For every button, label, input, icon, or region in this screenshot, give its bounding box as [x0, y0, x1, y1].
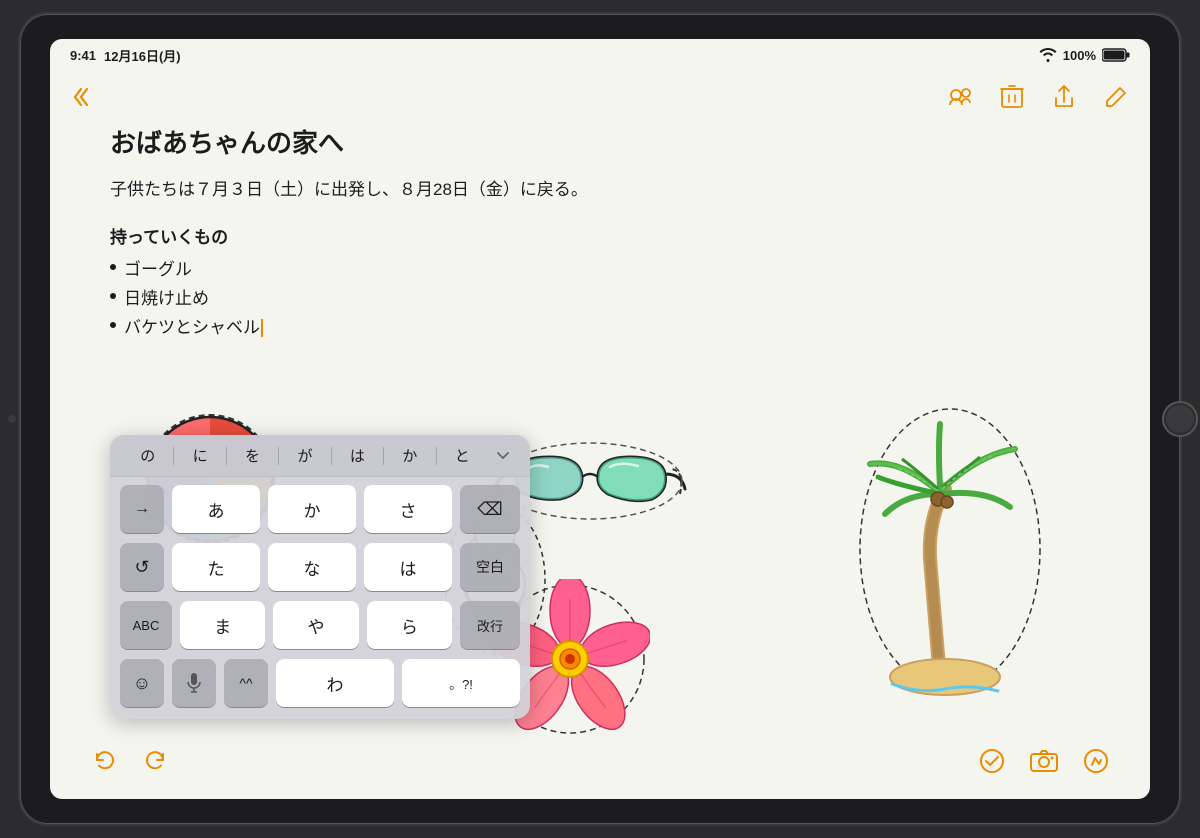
keyboard-rows: → あ か さ ⌫ ↺ た な は 空白 ABC ま: [110, 477, 530, 719]
bottom-right: [978, 747, 1110, 775]
bottom-toolbar: [50, 739, 1150, 783]
status-bar: 9:41 12月16日(月) 100%: [50, 39, 1150, 71]
suggestion-が[interactable]: が: [279, 443, 330, 468]
note-body: 子供たちは７月３日（土）に出発し、８月28日（金）に戻る。: [110, 176, 1090, 203]
wifi-icon: [1039, 48, 1057, 62]
list-item: ゴーグル: [110, 256, 1090, 285]
keyboard-row-1: → あ か さ ⌫: [120, 485, 520, 533]
list-item-text: バケツとシャベル: [124, 314, 263, 343]
status-right: 100%: [1039, 48, 1130, 63]
suggestion-か[interactable]: か: [384, 443, 435, 468]
key-undo[interactable]: ↺: [120, 543, 164, 591]
toolbar: [50, 71, 1150, 123]
keyboard-container: の に を が は か と: [110, 435, 530, 719]
collapse-button[interactable]: [70, 83, 98, 111]
key-ま[interactable]: ま: [180, 601, 265, 649]
camera-button[interactable]: [1030, 747, 1058, 775]
key-return[interactable]: 改行: [460, 601, 520, 649]
key-さ[interactable]: さ: [364, 485, 452, 533]
bullet-icon: [110, 293, 116, 299]
suggestion-と[interactable]: と: [437, 443, 488, 468]
ipad-screen: 9:41 12月16日(月) 100%: [50, 39, 1150, 799]
toolbar-left: [70, 83, 98, 111]
list-item-text: ゴーグル: [124, 256, 192, 285]
key-punctuation[interactable]: 。?!: [402, 659, 520, 707]
key-emoji[interactable]: ☺: [120, 659, 164, 707]
key-tab[interactable]: →: [120, 485, 164, 533]
compose-button[interactable]: [1102, 83, 1130, 111]
suggestion-に[interactable]: に: [174, 443, 225, 468]
list-item-text: 日焼け止め: [124, 285, 209, 314]
bullet-icon: [110, 264, 116, 270]
status-date: 12月16日(月): [104, 46, 181, 65]
undo-button[interactable]: [90, 747, 118, 775]
markup-button[interactable]: [1082, 747, 1110, 775]
suggestion-は[interactable]: は: [332, 443, 383, 468]
status-left: 9:41 12月16日(月): [70, 46, 181, 65]
key-delete[interactable]: ⌫: [460, 485, 520, 533]
status-time: 9:41: [70, 48, 96, 63]
key-や[interactable]: や: [273, 601, 358, 649]
key-kana[interactable]: ^^: [224, 659, 268, 707]
key-た[interactable]: た: [172, 543, 260, 591]
note-list: ゴーグル 日焼け止め バケツとシャベル: [110, 256, 1090, 343]
keyboard-row-2: ↺ た な は 空白: [120, 543, 520, 591]
text-cursor: [261, 319, 263, 337]
bullet-icon: [110, 322, 116, 328]
key-な[interactable]: な: [268, 543, 356, 591]
suggestions-expand[interactable]: [488, 451, 518, 461]
key-は[interactable]: は: [364, 543, 452, 591]
collaboration-button[interactable]: [946, 83, 974, 111]
key-か[interactable]: か: [268, 485, 356, 533]
bottom-left: [90, 747, 170, 775]
share-button[interactable]: [1050, 83, 1078, 111]
trash-button[interactable]: [998, 83, 1026, 111]
list-item: 日焼け止め: [110, 285, 1090, 314]
keyboard-row-3: ABC ま や ら 改行: [120, 601, 520, 649]
suggestion-の[interactable]: の: [122, 443, 173, 468]
key-abc[interactable]: ABC: [120, 601, 172, 649]
key-あ[interactable]: あ: [172, 485, 260, 533]
sticker-palm-tree: [850, 399, 1030, 679]
battery-icon: [1102, 48, 1130, 62]
suggestion-を[interactable]: を: [227, 443, 278, 468]
keyboard-suggestions: の に を が は か と: [110, 435, 530, 477]
note-title: おばあちゃんの家へ: [110, 123, 1090, 160]
key-mic[interactable]: [172, 659, 216, 707]
list-item: バケツとシャベル: [110, 314, 1090, 343]
status-battery-text: 100%: [1063, 48, 1096, 63]
redo-button[interactable]: [142, 747, 170, 775]
keyboard-row-4: ☺ ^^ わ 。?!: [120, 659, 520, 707]
key-ら[interactable]: ら: [367, 601, 452, 649]
camera-dot: [8, 415, 16, 423]
home-button[interactable]: [1162, 401, 1198, 437]
note-subtitle: 持っていくもの: [110, 223, 1090, 248]
ipad-frame: 9:41 12月16日(月) 100%: [20, 14, 1180, 824]
key-わ[interactable]: わ: [276, 659, 394, 707]
toolbar-right: [946, 83, 1130, 111]
key-space[interactable]: 空白: [460, 543, 520, 591]
checkmark-button[interactable]: [978, 747, 1006, 775]
